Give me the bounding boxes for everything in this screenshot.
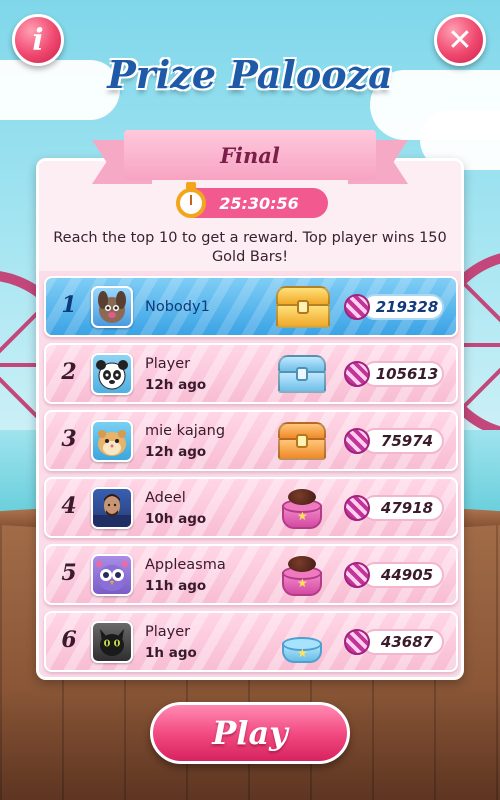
score-display: 75974 (344, 425, 452, 457)
event-title: Prize Palooza (107, 52, 393, 97)
player-name: Nobody1 (145, 299, 210, 315)
score-display: 105613 (344, 358, 452, 390)
chocolate-cake-icon: ★ (274, 552, 330, 600)
player-name: Player (145, 624, 191, 640)
rank-number: 2 (61, 359, 77, 385)
panda-avatar (91, 353, 133, 395)
player-name: mie kajang (145, 423, 226, 439)
stopwatch-icon (174, 182, 208, 220)
hamster-avatar (91, 420, 133, 462)
blue-cake-icon: ★ (274, 619, 330, 667)
leaderboard-row-me[interactable]: 1 Nobody1 219328 (44, 276, 458, 337)
score-value: 43687 (362, 629, 444, 655)
score-display: 44905 (344, 559, 452, 591)
player-name: Player (145, 356, 191, 372)
play-button[interactable]: Play (150, 702, 350, 764)
rank-number: 1 (61, 292, 77, 318)
stage-ribbon: Final (92, 130, 408, 188)
score-value: 105613 (362, 361, 444, 387)
rank-number: 6 (61, 627, 77, 653)
candy-icon (344, 428, 370, 454)
score-display: 47918 (344, 492, 452, 524)
candy-icon (344, 629, 370, 655)
gold-chest-icon (272, 282, 334, 334)
score-display: 43687 (344, 626, 452, 658)
last-active-time: 12h ago (145, 377, 207, 393)
stage-label: Final (124, 130, 376, 180)
last-active-time: 1h ago (145, 645, 197, 661)
score-value: 75974 (362, 428, 444, 454)
man-photo-avatar (91, 487, 133, 529)
score-value: 219328 (362, 294, 444, 320)
candy-icon (344, 495, 370, 521)
player-name: Appleasma (145, 557, 226, 573)
last-active-time: 10h ago (145, 511, 207, 527)
leaderboard-row[interactable]: 5 Appleasma 11h ago ★ 44905 (44, 544, 458, 605)
player-name: Adeel (145, 490, 186, 506)
leaderboard-row[interactable]: 4 Adeel 10h ago ★ 47918 (44, 477, 458, 538)
leaderboard-row[interactable]: 3 mie kajang 12h ago 75974 (44, 410, 458, 471)
score-value: 44905 (362, 562, 444, 588)
candy-icon (344, 361, 370, 387)
dog-avatar (91, 286, 133, 328)
score-value: 47918 (362, 495, 444, 521)
chocolate-cake-icon: ★ (274, 485, 330, 533)
last-active-time: 11h ago (145, 578, 207, 594)
rank-number: 5 (61, 560, 77, 586)
leaderboard-row[interactable]: 6 Player 1h ago ★ 43687 (44, 611, 458, 672)
leaderboard-row[interactable]: 2 Player 12h ago 105613 (44, 343, 458, 404)
rank-number: 3 (61, 426, 77, 452)
last-active-time: 12h ago (145, 444, 207, 460)
orange-chest-icon (274, 418, 330, 466)
candy-icon (344, 294, 370, 320)
blue-chest-icon (274, 351, 330, 399)
event-description: Reach the top 10 to get a reward. Top pl… (53, 230, 447, 265)
candy-icon (344, 562, 370, 588)
owl-avatar (91, 554, 133, 596)
cat-avatar (91, 621, 133, 663)
rank-number: 4 (61, 493, 77, 519)
score-display: 219328 (344, 291, 452, 323)
